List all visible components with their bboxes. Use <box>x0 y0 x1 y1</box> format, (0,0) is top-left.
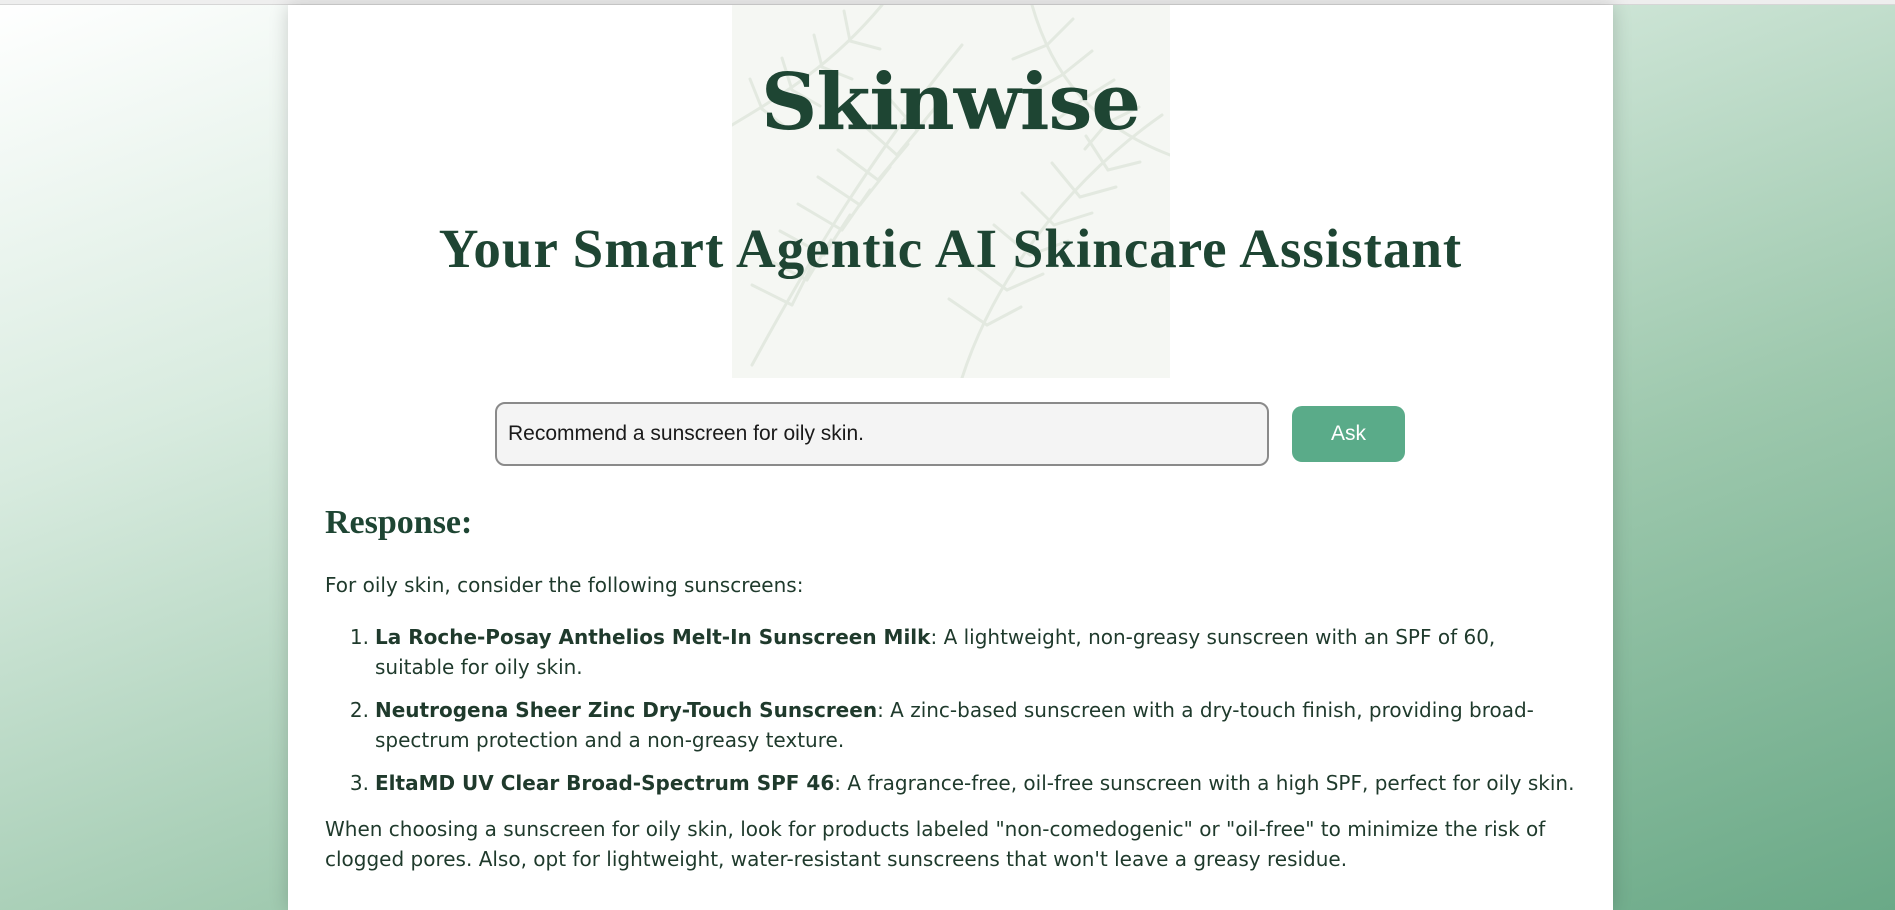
list-number: 2. <box>349 698 369 722</box>
response-closing: When choosing a sunscreen for oily skin,… <box>325 817 1546 871</box>
response-body: For oily skin, consider the following su… <box>325 570 1577 874</box>
product-description: : A fragrance-free, oil-free sunscreen w… <box>834 771 1575 795</box>
list-number: 3. <box>349 771 369 795</box>
product-name: La Roche-Posay Anthelios Melt-In Sunscre… <box>375 625 931 649</box>
product-name: Neutrogena Sheer Zinc Dry-Touch Sunscree… <box>375 698 878 722</box>
response-heading: Response: <box>325 504 473 541</box>
app-title: Skinwise <box>760 57 1141 148</box>
list-item: 2. Neutrogena Sheer Zinc Dry-Touch Sunsc… <box>325 695 1577 755</box>
main-panel: Skinwise Your Smart Agentic AI Skincare … <box>288 5 1613 910</box>
recommendation-list: 1. La Roche-Posay Anthelios Melt-In Suns… <box>325 622 1577 798</box>
question-input[interactable] <box>495 402 1269 466</box>
app-tagline: Your Smart Agentic AI Skincare Assistant <box>438 218 1463 279</box>
list-number: 1. <box>349 625 369 649</box>
list-item: 1. La Roche-Posay Anthelios Melt-In Suns… <box>325 622 1577 682</box>
ask-button[interactable]: Ask <box>1292 406 1405 462</box>
response-intro: For oily skin, consider the following su… <box>325 573 804 597</box>
product-name: EltaMD UV Clear Broad-Spectrum SPF 46 <box>375 771 835 795</box>
list-item: 3. EltaMD UV Clear Broad-Spectrum SPF 46… <box>325 768 1577 798</box>
